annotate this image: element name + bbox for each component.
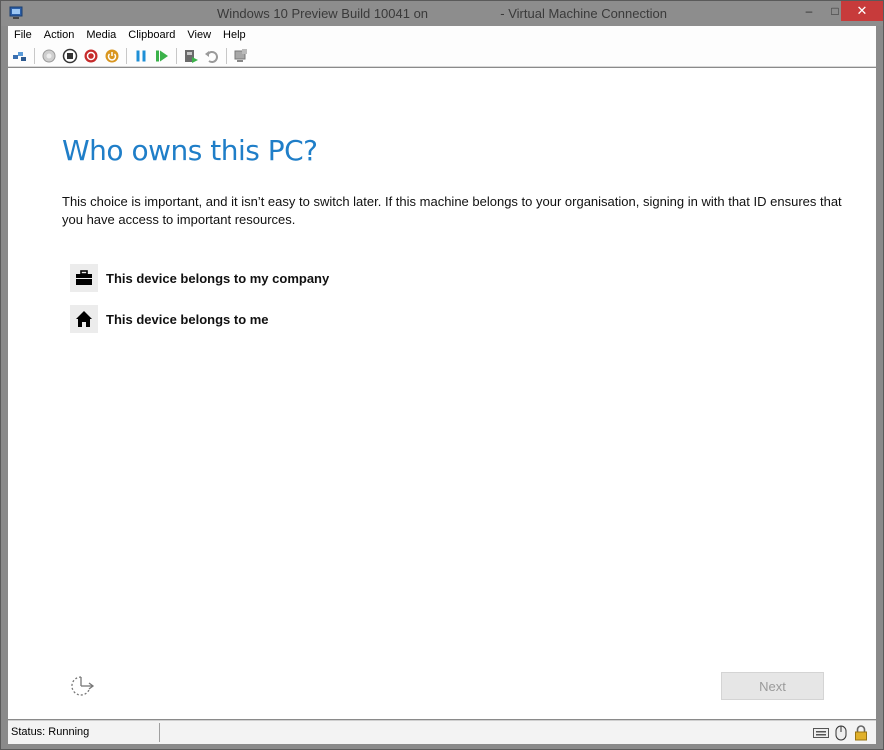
- close-button[interactable]: ✕: [841, 1, 883, 21]
- toolbar-separator: [34, 47, 35, 64]
- reset-icon[interactable]: [152, 46, 171, 65]
- menu-file[interactable]: File: [8, 26, 38, 45]
- option-my-company[interactable]: This device belongs to my company: [70, 264, 370, 292]
- menu-action[interactable]: Action: [38, 26, 81, 45]
- ctrl-alt-del-icon[interactable]: [10, 46, 29, 65]
- menu-bar: File Action Media Clipboard View Help: [8, 26, 876, 45]
- toolbar-separator: [176, 47, 177, 64]
- shutdown-icon[interactable]: [81, 46, 100, 65]
- menu-clipboard[interactable]: Clipboard: [122, 26, 181, 45]
- toolbar-separator: [226, 47, 227, 64]
- briefcase-icon: [70, 264, 98, 292]
- option-me[interactable]: This device belongs to me: [70, 305, 370, 333]
- keyboard-icon: [813, 724, 829, 741]
- enhanced-session-icon[interactable]: [231, 46, 250, 65]
- vm-connection-window: Windows 10 Preview Build 10041 on - Virt…: [0, 0, 884, 750]
- option-label: This device belongs to my company: [106, 270, 330, 286]
- minimize-button[interactable]: –: [796, 1, 822, 21]
- menu-view[interactable]: View: [181, 26, 217, 45]
- option-label: This device belongs to me: [106, 311, 269, 327]
- toolbar: [8, 45, 876, 67]
- revert-icon[interactable]: [202, 46, 221, 65]
- next-button[interactable]: Next: [721, 672, 824, 700]
- page-title: Who owns this PC?: [62, 134, 318, 167]
- ease-of-access-icon[interactable]: [69, 674, 95, 698]
- title-bar[interactable]: Windows 10 Preview Build 10041 on - Virt…: [1, 1, 883, 26]
- save-icon[interactable]: [102, 46, 121, 65]
- status-bar: Status: Running: [8, 720, 876, 744]
- menu-help[interactable]: Help: [217, 26, 252, 45]
- checkpoint-icon[interactable]: [181, 46, 200, 65]
- lock-icon: [853, 724, 869, 741]
- turn-off-icon[interactable]: [60, 46, 79, 65]
- description-text: This choice is important, and it isn’t e…: [62, 194, 842, 227]
- window-title: Windows 10 Preview Build 10041 on - Virt…: [217, 6, 667, 21]
- toolbar-separator: [126, 47, 127, 64]
- start-icon[interactable]: [39, 46, 58, 65]
- pause-icon[interactable]: [131, 46, 150, 65]
- status-text: Status: Running: [11, 726, 90, 738]
- home-icon: [70, 305, 98, 333]
- mouse-icon: [833, 724, 849, 741]
- menu-media[interactable]: Media: [80, 26, 122, 45]
- guest-screen[interactable]: Who owns this PC? This choice is importa…: [8, 68, 876, 719]
- status-separator: [159, 723, 160, 742]
